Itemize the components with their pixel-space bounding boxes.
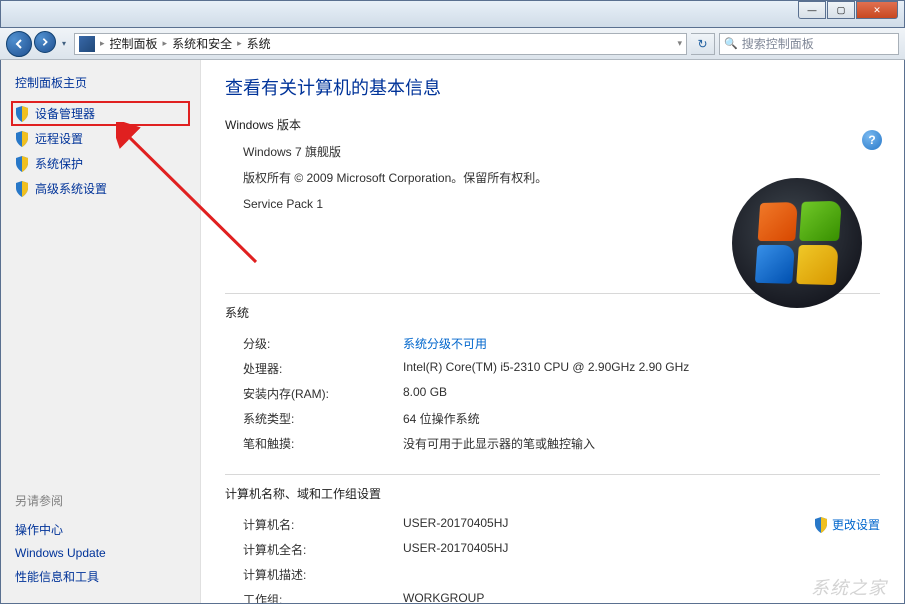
computer-heading: 计算机名称、域和工作组设置	[225, 485, 880, 502]
sidebar-sublink-action-center[interactable]: 操作中心	[11, 517, 190, 542]
row-label: 计算机全名:	[243, 541, 403, 558]
row-value: Intel(R) Core(TM) i5-2310 CPU @ 2.90GHz …	[403, 360, 880, 377]
system-row: 笔和触摸: 没有可用于此显示器的笔或触控输入	[243, 431, 880, 456]
row-value: USER-20170405HJ	[403, 541, 880, 558]
breadcrumb-separator: ▸	[237, 38, 242, 49]
forward-button[interactable]	[34, 31, 56, 53]
computer-row: 工作组: WORKGROUP	[243, 587, 880, 603]
breadcrumb-separator: ▸	[100, 38, 105, 49]
change-settings-label: 更改设置	[832, 516, 880, 533]
system-heading: 系统	[225, 304, 880, 321]
breadcrumb-item[interactable]: 控制面板	[110, 35, 158, 52]
row-label: 计算机名:	[243, 516, 403, 533]
row-label: 系统类型:	[243, 410, 403, 427]
sidebar-sublink-windows-update[interactable]: Windows Update	[11, 542, 190, 564]
windows-logo-icon	[732, 178, 862, 308]
sidebar-item-protection[interactable]: 系统保护	[11, 151, 190, 176]
rating-link[interactable]: 系统分级不可用	[403, 335, 880, 352]
sidebar: 控制面板主页 设备管理器 远程设置 系统保护 高级系统设置 另请参阅 操作中心 …	[1, 60, 201, 603]
shield-icon	[15, 181, 29, 197]
row-value: 没有可用于此显示器的笔或触控输入	[403, 435, 880, 452]
window-titlebar: — ▢ ✕	[0, 0, 905, 28]
see-also-heading: 另请参阅	[11, 492, 190, 509]
edition-heading: Windows 版本	[225, 116, 880, 133]
address-dropdown-icon[interactable]: ▾	[677, 38, 682, 49]
row-label: 安装内存(RAM):	[243, 385, 403, 402]
system-row: 处理器: Intel(R) Core(TM) i5-2310 CPU @ 2.9…	[243, 356, 880, 381]
maximize-button[interactable]: ▢	[827, 1, 855, 19]
shield-icon	[814, 517, 828, 533]
row-value: 8.00 GB	[403, 385, 880, 402]
sidebar-sublink-performance[interactable]: 性能信息和工具	[11, 564, 190, 589]
system-row: 系统类型: 64 位操作系统	[243, 406, 880, 431]
search-placeholder: 搜索控制面板	[742, 35, 814, 52]
navigation-bar: ▾ ▸ 控制面板 ▸ 系统和安全 ▸ 系统 ▾ ↻ 🔍 搜索控制面板	[0, 28, 905, 60]
content-pane: 查看有关计算机的基本信息 Windows 版本 Windows 7 旗舰版 版权…	[201, 60, 904, 603]
computer-row: 计算机描述:	[243, 562, 880, 587]
computer-row: 计算机名: USER-20170405HJ 更改设置	[243, 512, 880, 537]
row-value: 64 位操作系统	[403, 410, 880, 427]
refresh-button[interactable]: ↻	[691, 33, 715, 55]
edition-name: Windows 7 旗舰版	[243, 143, 880, 161]
system-row: 安装内存(RAM): 8.00 GB	[243, 381, 880, 406]
sidebar-heading[interactable]: 控制面板主页	[11, 74, 190, 91]
sidebar-item-advanced[interactable]: 高级系统设置	[11, 176, 190, 201]
sidebar-item-label: 高级系统设置	[35, 180, 107, 197]
row-label: 工作组:	[243, 591, 403, 603]
sidebar-item-label: 设备管理器	[35, 105, 95, 122]
location-icon	[79, 36, 95, 52]
breadcrumb-item[interactable]: 系统和安全	[172, 35, 232, 52]
back-button[interactable]	[6, 31, 32, 57]
row-label: 分级:	[243, 335, 403, 352]
row-value: WORKGROUP	[403, 591, 880, 603]
help-icon[interactable]: ?	[862, 130, 882, 150]
row-value	[403, 566, 880, 583]
history-dropdown[interactable]: ▾	[58, 31, 70, 57]
minimize-button[interactable]: —	[798, 1, 826, 19]
row-label: 计算机描述:	[243, 566, 403, 583]
sidebar-item-label: 系统保护	[35, 155, 83, 172]
computer-row: 计算机全名: USER-20170405HJ	[243, 537, 880, 562]
breadcrumb-item[interactable]: 系统	[247, 35, 271, 52]
sidebar-item-remote[interactable]: 远程设置	[11, 126, 190, 151]
sidebar-item-device-manager[interactable]: 设备管理器	[11, 101, 190, 126]
search-icon: 🔍	[724, 37, 738, 50]
close-button[interactable]: ✕	[856, 1, 898, 19]
shield-icon	[15, 156, 29, 172]
shield-icon	[15, 131, 29, 147]
shield-icon	[15, 106, 29, 122]
row-label: 笔和触摸:	[243, 435, 403, 452]
page-title: 查看有关计算机的基本信息	[225, 74, 880, 100]
row-label: 处理器:	[243, 360, 403, 377]
change-settings-link[interactable]: 更改设置	[814, 516, 880, 533]
divider	[225, 474, 880, 475]
row-value: USER-20170405HJ	[403, 516, 814, 533]
sidebar-item-label: 远程设置	[35, 130, 83, 147]
system-row: 分级: 系统分级不可用	[243, 331, 880, 356]
address-bar[interactable]: ▸ 控制面板 ▸ 系统和安全 ▸ 系统 ▾	[74, 33, 687, 55]
breadcrumb-separator: ▸	[163, 38, 168, 49]
search-input[interactable]: 🔍 搜索控制面板	[719, 33, 899, 55]
